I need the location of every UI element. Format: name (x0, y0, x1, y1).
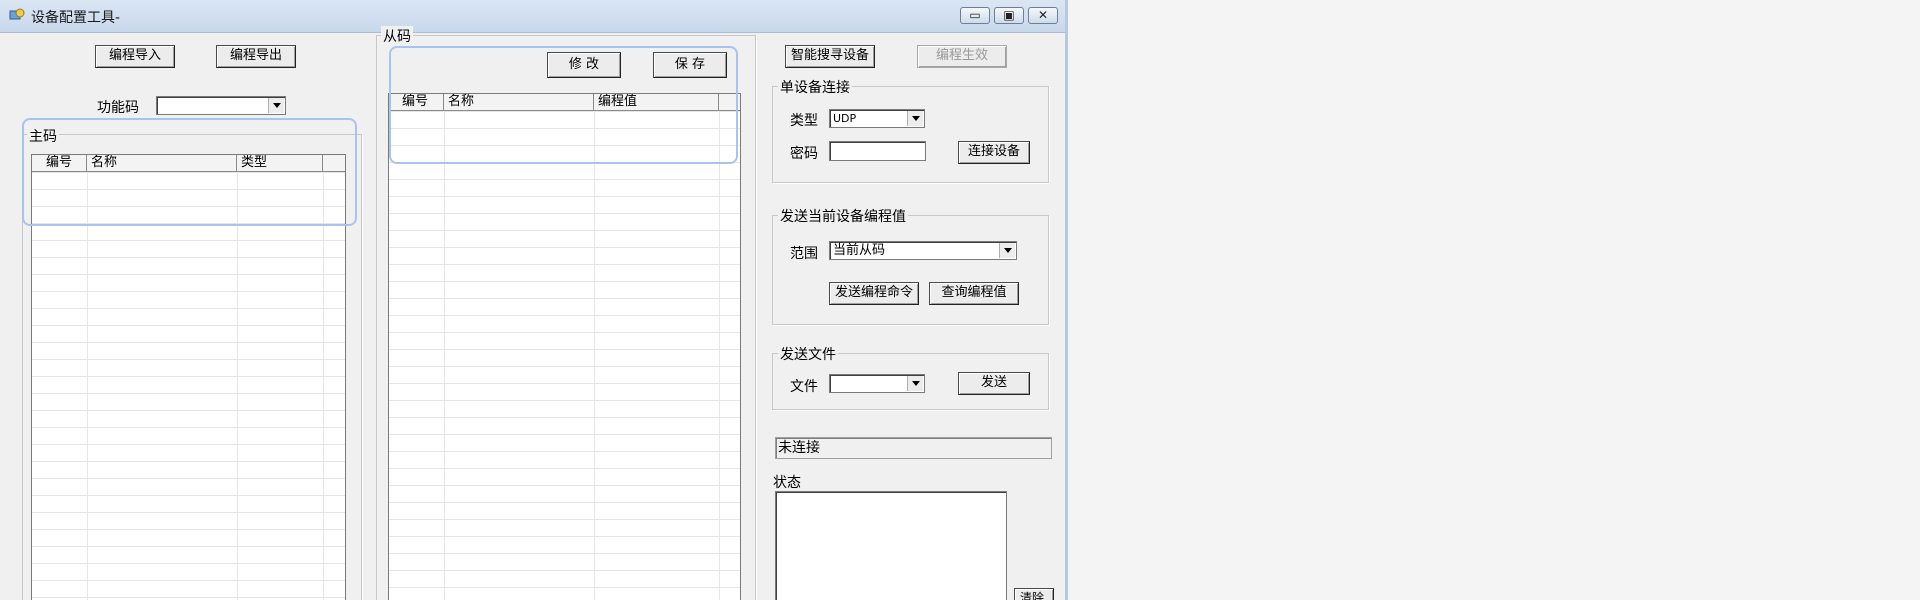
status-label: 状态 (773, 475, 801, 491)
clear-status-button[interactable]: 清除 (1014, 588, 1054, 600)
column-divider (87, 172, 88, 600)
range-label: 范围 (790, 246, 818, 262)
type-label: 类型 (790, 113, 818, 129)
send-values-label: 发送当前设备编程值 (778, 206, 908, 226)
import-program-button[interactable]: 编程导入 (95, 45, 175, 68)
chevron-down-icon[interactable] (907, 111, 923, 126)
status-log-textarea[interactable] (775, 491, 1007, 600)
range-select[interactable]: 当前从码 (829, 241, 1017, 260)
function-code-label: 功能码 (97, 100, 139, 116)
highlight-box (389, 46, 738, 164)
single-device-group (772, 86, 1049, 183)
slave-code-label: 从码 (381, 26, 413, 46)
column-divider (594, 111, 595, 600)
password-input[interactable] (829, 141, 926, 161)
function-code-select[interactable] (156, 96, 286, 115)
slave-code-table[interactable]: 编号 名称 编程值 (388, 93, 741, 600)
smart-search-device-button[interactable]: 智能搜寻设备 (785, 45, 875, 68)
single-device-label: 单设备连接 (778, 77, 852, 97)
query-program-value-button[interactable]: 查询编程值 (929, 282, 1019, 305)
send-values-group (772, 215, 1049, 325)
restore-button[interactable]: ▣ (994, 7, 1024, 24)
apply-program-button[interactable]: 编程生效 (917, 45, 1007, 68)
type-select[interactable]: UDP (829, 109, 925, 128)
window-title: 设备配置工具- (31, 10, 121, 26)
column-divider (323, 172, 324, 600)
title-bar[interactable]: 设备配置工具- ▭ ▣ ✕ (0, 0, 1065, 33)
column-divider (237, 172, 238, 600)
range-value: 当前从码 (833, 243, 886, 258)
chevron-down-icon[interactable] (268, 98, 284, 113)
close-button[interactable]: ✕ (1028, 7, 1058, 24)
type-value: UDP (833, 112, 857, 125)
connection-status: 未连接 (775, 437, 1052, 459)
file-select[interactable] (829, 374, 925, 393)
highlight-box (22, 118, 357, 226)
password-label: 密码 (790, 146, 818, 162)
send-program-command-button[interactable]: 发送编程命令 (829, 282, 919, 305)
column-divider (444, 111, 445, 600)
export-program-button[interactable]: 编程导出 (216, 45, 296, 68)
app-icon (9, 8, 25, 20)
chevron-down-icon[interactable] (999, 243, 1015, 258)
connect-device-button[interactable]: 连接设备 (958, 141, 1030, 164)
send-file-label: 发送文件 (778, 344, 838, 364)
send-file-button[interactable]: 发送 (958, 372, 1030, 395)
minimize-button[interactable]: ▭ (960, 7, 990, 24)
chevron-down-icon[interactable] (907, 376, 923, 391)
app-window: 设备配置工具- ▭ ▣ ✕ 编程导入 编程导出 功能码 主码 编号 名称 类型 … (0, 0, 1068, 600)
file-label: 文件 (790, 379, 818, 395)
column-divider (719, 111, 720, 600)
